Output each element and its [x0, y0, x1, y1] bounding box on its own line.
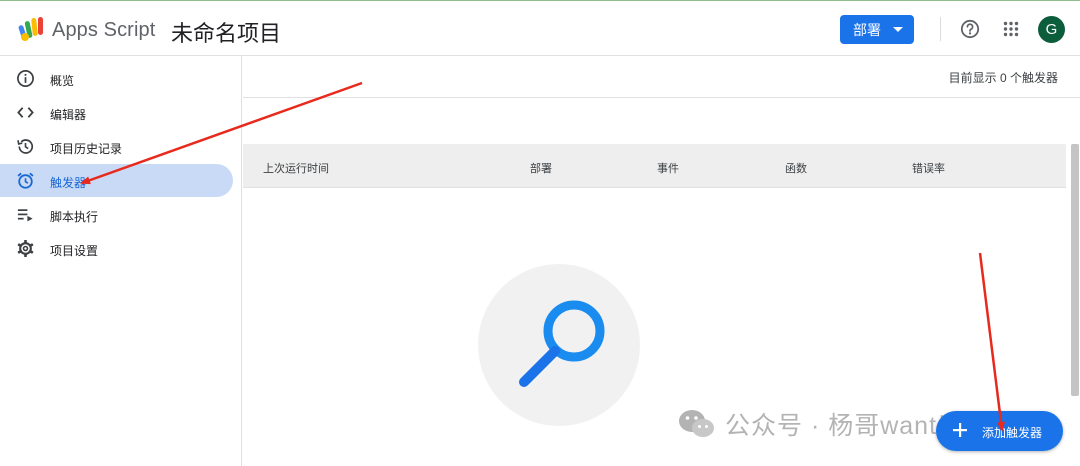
code-icon — [17, 107, 34, 118]
sidebar-item-executions[interactable]: 脚本执行 — [0, 198, 233, 231]
sidebar-item-settings[interactable]: 项目设置 — [0, 232, 233, 265]
trigger-count-bar: 目前显示 0 个触发器 — [243, 56, 1080, 98]
help-icon[interactable] — [960, 19, 980, 39]
history-icon — [17, 139, 34, 154]
info-icon — [17, 70, 34, 87]
google-apps-icon[interactable] — [1003, 21, 1019, 37]
plus-icon — [953, 423, 967, 437]
sidebar-item-triggers[interactable]: 触发器 — [0, 164, 233, 197]
column-header-event[interactable]: 事件 — [657, 160, 679, 176]
magnifier-icon — [519, 300, 605, 387]
triggers-table-header: 上次运行时间 部署 事件 函数 错误率 — [243, 144, 1066, 188]
sidebar-item-label: 触发器 — [50, 176, 87, 190]
column-header-last-run[interactable]: 上次运行时间 — [263, 160, 329, 176]
column-header-function[interactable]: 函数 — [785, 160, 807, 176]
apps-script-logo-icon — [18, 17, 43, 41]
app-name[interactable]: Apps Script — [52, 19, 155, 42]
avatar-letter: G — [1045, 21, 1058, 38]
project-title[interactable]: 未命名项目 — [171, 16, 281, 48]
list-play-icon — [17, 209, 33, 222]
wechat-icon — [679, 410, 714, 437]
sidebar-item-overview[interactable]: 概览 — [0, 62, 233, 95]
sidebar-item-label: 脚本执行 — [50, 210, 99, 224]
caret-down-icon — [893, 27, 903, 32]
deploy-button[interactable]: 部署 — [840, 15, 914, 44]
gear-icon — [17, 239, 34, 258]
add-trigger-button[interactable]: 添加触发器 — [936, 411, 1063, 451]
sidebar-item-label: 概览 — [50, 74, 75, 88]
vertical-scrollbar[interactable] — [1071, 144, 1079, 396]
header-divider — [940, 17, 941, 41]
sidebar: 概览 编辑器 项目历史记录 触发器 脚本执行 项目设置 — [0, 56, 242, 466]
account-avatar[interactable]: G — [1038, 16, 1065, 43]
sidebar-item-label: 项目历史记录 — [50, 142, 123, 156]
add-trigger-label: 添加触发器 — [982, 426, 1043, 440]
column-header-deployment[interactable]: 部署 — [530, 160, 552, 176]
top-bar: Apps Script 未命名项目 部署 G — [0, 0, 1080, 56]
alarm-clock-icon — [17, 172, 34, 189]
sidebar-item-editor[interactable]: 编辑器 — [0, 96, 233, 129]
empty-state-illustration — [478, 264, 640, 426]
column-header-error-rate[interactable]: 错误率 — [912, 160, 945, 176]
trigger-count-text: 目前显示 0 个触发器 — [948, 71, 1058, 85]
sidebar-item-label: 编辑器 — [50, 108, 87, 122]
deploy-button-label: 部署 — [853, 21, 881, 38]
sidebar-item-history[interactable]: 项目历史记录 — [0, 130, 233, 163]
sidebar-item-label: 项目设置 — [50, 244, 99, 258]
